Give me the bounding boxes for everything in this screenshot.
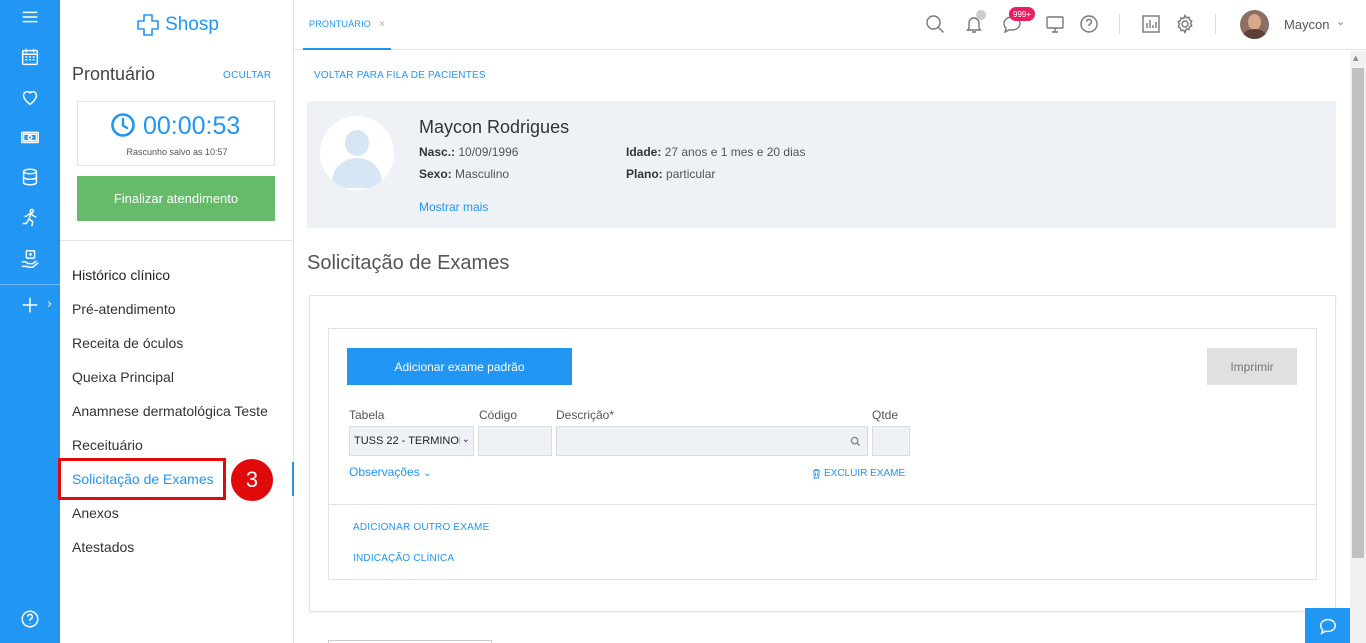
patient-avatar — [320, 116, 394, 190]
hide-sidebar-link[interactable]: OCULTAR — [223, 70, 271, 81]
observations-toggle[interactable]: Observações ⌄ — [349, 465, 431, 479]
patient-card: Maycon Rodrigues Nasc.: 10/09/1996 Sexo:… — [307, 101, 1336, 228]
chevron-down-icon[interactable]: ⌄ — [1336, 15, 1345, 28]
sidebar-item-dermatological-anamnesis[interactable]: Anamnese dermatológica Teste — [72, 403, 268, 419]
finish-appointment-button[interactable]: Finalizar atendimento — [77, 176, 275, 221]
show-more-link[interactable]: Mostrar mais — [419, 200, 488, 214]
table-select[interactable]: TUSS 22 - TERMINOLOGIA ⌄ — [349, 426, 474, 456]
chat-badge: 999+ — [1009, 7, 1036, 21]
patient-birth: Nasc.: 10/09/1996 — [419, 145, 519, 159]
topbar-divider — [1215, 14, 1216, 34]
patient-age: Idade: 27 anos e 1 mes e 20 dias — [626, 145, 806, 159]
sidebar: Shosp Prontuário OCULTAR 00:00:53 Rascun… — [60, 0, 294, 643]
sidebar-item-prescription[interactable]: Receituário — [72, 437, 143, 453]
sidebar-item-certificates[interactable]: Atestados — [72, 539, 134, 555]
heart-icon[interactable] — [0, 82, 60, 112]
brand-logo[interactable]: Shosp — [60, 0, 294, 50]
back-to-queue-link[interactable]: VOLTAR PARA FILA DE PACIENTES — [314, 70, 486, 81]
scroll-up-icon[interactable]: ▲ — [1353, 54, 1358, 62]
tab-prontuario[interactable]: PRONTUÁRIO × — [303, 0, 392, 50]
menu-icon[interactable] — [0, 2, 60, 32]
code-input[interactable] — [478, 426, 552, 456]
quantity-label: Qtde — [872, 408, 899, 422]
timer-value: 00:00:53 — [143, 112, 241, 140]
timer-box: 00:00:53 Rascunho salvo as 10:57 — [77, 101, 275, 166]
chevron-down-icon: ⌄ — [461, 434, 470, 445]
notification-dot — [976, 10, 986, 20]
chevron-down-icon: ⌄ — [423, 468, 432, 479]
add-default-exam-button[interactable]: Adicionar exame padrão — [347, 348, 572, 385]
active-indicator — [292, 462, 294, 496]
patient-sex: Sexo: Masculino — [419, 167, 510, 181]
calendar-icon[interactable] — [0, 42, 60, 72]
icon-rail: › — [0, 0, 60, 643]
sidebar-item-attachments[interactable]: Anexos — [72, 505, 119, 521]
quantity-input[interactable] — [872, 426, 910, 456]
delete-exam-button[interactable]: EXCLUIR EXAME — [812, 468, 905, 479]
table-label: Tabela — [349, 408, 385, 422]
gear-icon[interactable] — [1174, 13, 1196, 35]
avatar[interactable] — [1240, 10, 1269, 39]
close-icon[interactable]: × — [379, 19, 385, 30]
highlight-box — [58, 458, 226, 500]
sidebar-item-pre-attendance[interactable]: Pré-atendimento — [72, 301, 176, 317]
database-icon[interactable] — [0, 162, 60, 192]
monitor-icon[interactable] — [1044, 13, 1066, 35]
step-badge: 3 — [229, 457, 275, 503]
clinical-indication-link[interactable]: INDICAÇÃO CLÍNICA — [353, 553, 454, 564]
report-icon[interactable] — [1140, 13, 1162, 35]
rail-divider — [0, 284, 60, 285]
search-icon[interactable] — [924, 13, 946, 35]
trash-icon — [812, 469, 821, 479]
draft-saved-text: Rascunho salvo as 10:57 — [126, 147, 228, 157]
description-input[interactable] — [556, 426, 868, 456]
brand-name: Shosp — [165, 14, 219, 35]
patient-name: Maycon Rodrigues — [419, 117, 570, 137]
help-icon[interactable] — [1078, 13, 1100, 35]
print-button[interactable]: Imprimir — [1207, 348, 1297, 385]
sidebar-title: Prontuário — [72, 64, 156, 84]
topbar-divider — [1119, 14, 1120, 34]
clock-icon — [111, 113, 135, 137]
user-name[interactable]: Maycon — [1284, 17, 1330, 32]
sidebar-divider — [60, 240, 294, 241]
search-icon — [850, 436, 861, 447]
cross-logo-icon — [137, 14, 159, 36]
scrollbar-thumb[interactable] — [1352, 68, 1364, 558]
section-title: Solicitação de Exames — [307, 252, 510, 274]
topbar: PRONTUÁRIO × — [294, 0, 1366, 50]
sidebar-item-main-complaint[interactable]: Queixa Principal — [72, 369, 174, 385]
patient-plan: Plano: particular — [626, 167, 716, 181]
tab-label: PRONTUÁRIO — [309, 19, 372, 29]
money-icon[interactable] — [0, 122, 60, 152]
sidebar-item-glasses-prescription[interactable]: Receita de óculos — [72, 335, 183, 351]
sidebar-item-clinical-history[interactable]: Histórico clínico — [72, 267, 170, 283]
help-icon[interactable] — [0, 604, 60, 634]
chat-bubble-icon — [1319, 618, 1336, 635]
add-other-exam-link[interactable]: ADICIONAR OUTRO EXAME — [353, 522, 489, 533]
code-label: Código — [479, 408, 518, 422]
chat-support-button[interactable] — [1305, 608, 1350, 643]
table-select-value: TUSS 22 - TERMINOLOGIA — [354, 435, 460, 447]
exam-extra-panel — [328, 505, 1317, 580]
description-label: Descrição* — [556, 408, 615, 422]
run-icon[interactable] — [0, 203, 60, 233]
chevron-right-icon[interactable]: › — [47, 297, 52, 312]
hand-care-icon[interactable] — [0, 244, 60, 274]
